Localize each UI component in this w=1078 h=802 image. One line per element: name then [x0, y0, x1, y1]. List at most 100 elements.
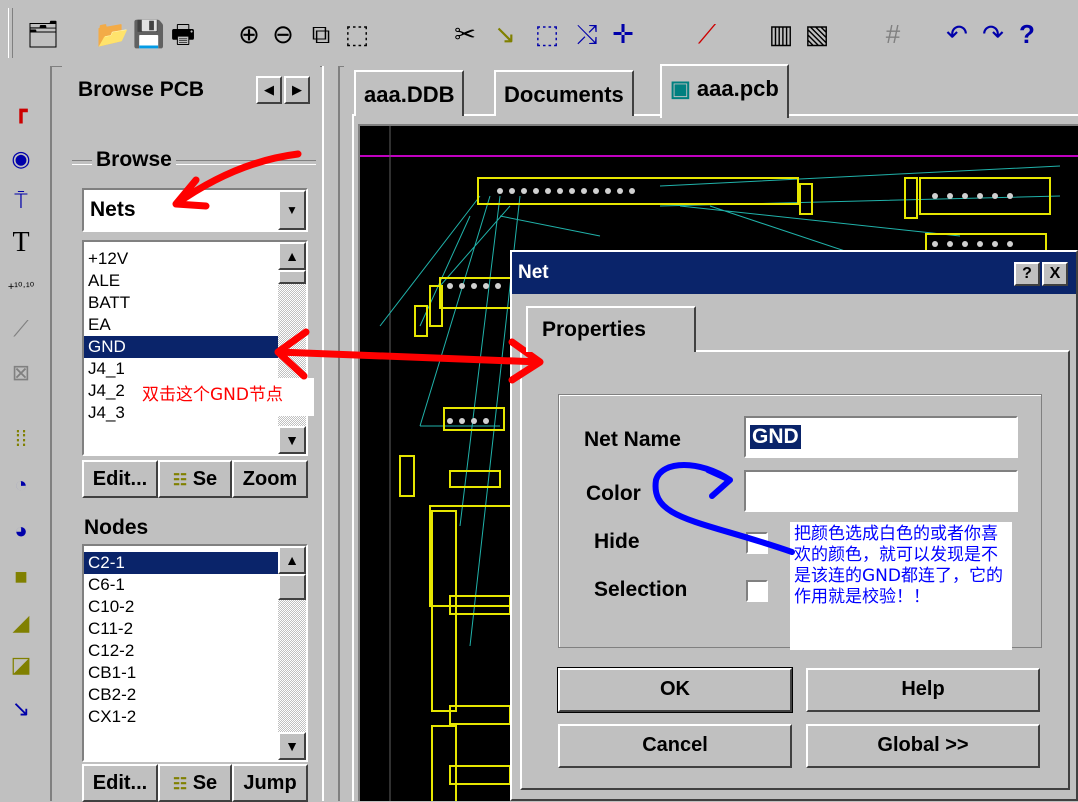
via-icon[interactable]: ◉ [6, 144, 36, 174]
color-input[interactable] [744, 470, 1018, 512]
scroll-up-icon[interactable]: ▲ [278, 546, 306, 574]
split-plane-icon[interactable]: ◪ [6, 650, 36, 680]
nodes-scrollbar[interactable]: ▲ ▼ [278, 546, 306, 760]
select-rect-icon[interactable]: ⬚ [530, 14, 564, 54]
panel-splitter[interactable] [322, 66, 340, 801]
probe-icon[interactable]: ↘ [6, 694, 36, 724]
toolbar-grip [8, 8, 13, 58]
nets-list[interactable]: +12V ALE BATT EA GND J4_1 J4_2 J4_3 ▲ ▼ [82, 240, 308, 456]
scroll-down-icon[interactable]: ▼ [278, 426, 306, 454]
tab-scroll-right-button[interactable]: ▶ [284, 76, 310, 104]
track-icon[interactable]: ┏ [6, 96, 36, 126]
browser-tab-title[interactable]: Browse PCB [78, 78, 204, 102]
tab-aaa-ddb[interactable]: aaa.DDB [354, 70, 465, 116]
scroll-thumb[interactable] [278, 270, 306, 284]
tab-documents[interactable]: Documents [494, 70, 634, 116]
browse-filter-select[interactable]: Nets ▼ [82, 188, 308, 232]
pad-icon[interactable]: ⍑ [6, 186, 36, 216]
dialog-close-button[interactable]: X [1042, 262, 1068, 286]
zoom-out-icon[interactable]: ⊖ [266, 14, 300, 54]
node-list-item[interactable]: CB1-1 [84, 662, 306, 684]
library-icon[interactable]: ▥ [764, 14, 798, 54]
fill-icon[interactable]: ■ [6, 562, 36, 592]
redo-icon[interactable]: ↷ [976, 14, 1010, 54]
net-name-input[interactable]: GND [744, 416, 1018, 458]
node-list-item[interactable]: CX1-2 [84, 706, 306, 728]
zoom-fit-icon[interactable]: ⧉ [304, 14, 338, 54]
origin-icon[interactable]: ⊠ [6, 358, 36, 388]
pcb-file-icon: ▣ [670, 76, 691, 101]
help-button[interactable]: Help [806, 668, 1040, 712]
dropdown-arrow-icon[interactable]: ▼ [278, 190, 306, 230]
node-list-item[interactable]: C11-2 [84, 618, 306, 640]
ok-button[interactable]: OK [557, 667, 793, 713]
scroll-down-icon[interactable]: ▼ [278, 732, 306, 760]
tab-aaa-pcb[interactable]: ▣ aaa.pcb [660, 64, 789, 118]
net-list-item[interactable]: EA [84, 314, 306, 336]
scroll-thumb[interactable] [278, 574, 306, 600]
node-jump-button[interactable]: Jump [232, 764, 308, 802]
double-click-note: 双击这个GND节点 [138, 378, 314, 416]
help-icon[interactable]: ? [1010, 14, 1044, 54]
net-select-label: Se [192, 468, 218, 490]
placement-toolbar: ┏ ◉ ⍑ T +¹⁰·¹⁰ ⟋ ⊠ ⁞⁞ ◔ ◕ ■ ◢ ◪ ↘ [0, 66, 52, 801]
net-name-value: GND [750, 425, 801, 449]
net-list-item[interactable]: GND [84, 336, 306, 358]
node-list-item[interactable]: CB2-2 [84, 684, 306, 706]
node-list-item[interactable]: C2-1 [84, 552, 306, 574]
save-icon[interactable]: 💾 [132, 14, 166, 54]
arc-center-icon[interactable]: ◔ [6, 470, 36, 500]
deselect-icon[interactable]: ⤭ [570, 14, 604, 54]
nodes-list[interactable]: C2-1 C6-1 C10-2 C11-2 C12-2 CB1-1 CB2-2 CX1-2 ▲… [82, 544, 308, 762]
node-edit-button[interactable]: Edit... [82, 764, 158, 802]
color-tip-note: 把颜色选成白色的或者你喜欢的颜色，就可以发现是不是该连的GND都连了，它的作用就… [790, 522, 1012, 650]
hide-checkbox[interactable] [746, 532, 768, 554]
dialog-titlebar[interactable]: Net ? X [512, 252, 1076, 294]
library-edit-icon[interactable]: ▧ [800, 14, 834, 54]
move-icon[interactable]: ✛ [606, 14, 640, 54]
layer-stack-icon[interactable]: 🗂 [26, 14, 60, 54]
undo-icon[interactable]: ↶ [940, 14, 974, 54]
properties-tab[interactable]: Properties [526, 306, 696, 352]
zoom-in-icon[interactable]: ⊕ [232, 14, 266, 54]
scroll-up-icon[interactable]: ▲ [278, 242, 306, 270]
wand-icon[interactable]: ⟋ [690, 14, 724, 54]
net-zoom-button[interactable]: Zoom [232, 460, 308, 498]
node-list-item[interactable]: C6-1 [84, 574, 306, 596]
net-list-item[interactable]: J4_1 [84, 358, 306, 380]
coordinate-icon[interactable]: +¹⁰·¹⁰ [6, 272, 36, 302]
browse-filter-value: Nets [90, 198, 136, 221]
tab-scroll-left-button[interactable]: ◀ [256, 76, 282, 104]
dialog-title: Net [518, 262, 549, 283]
cancel-button[interactable]: Cancel [558, 724, 792, 768]
select-list-icon: ☷ [172, 776, 188, 793]
node-list-item[interactable]: C12-2 [84, 640, 306, 662]
nets-scrollbar[interactable]: ▲ ▼ [278, 242, 306, 454]
dialog-help-button[interactable]: ? [1014, 262, 1040, 286]
grid-icon[interactable]: # [876, 14, 910, 54]
print-icon[interactable]: 🖶 [166, 14, 200, 54]
node-list-item[interactable]: C10-2 [84, 596, 306, 618]
arc-edge-icon[interactable]: ◕ [6, 516, 36, 546]
net-select-button[interactable]: ☷ Se [158, 460, 232, 498]
net-edit-button[interactable]: Edit... [82, 460, 158, 498]
net-list-item[interactable]: ALE [84, 270, 306, 292]
zoom-area-icon[interactable]: ⬚ [340, 14, 374, 54]
node-select-label: Se [192, 772, 218, 794]
dimension-icon[interactable]: ⟋ [6, 314, 36, 344]
node-select-button[interactable]: ☷ Se [158, 764, 232, 802]
toolbar: 🗂 📂 💾 🖶 ⊕ ⊖ ⧉ ⬚ ✂ ↘ ⬚ ⤭ ✛ ⟋ ▥ ▧ # ↶ ↷ ? [0, 0, 1078, 67]
text-icon[interactable]: T [6, 228, 36, 258]
global-button[interactable]: Global >> [806, 724, 1040, 768]
select-list-icon: ☷ [172, 472, 188, 489]
component-icon[interactable]: ⁞⁞ [6, 424, 36, 454]
route-icon[interactable]: ↘ [488, 14, 522, 54]
color-label: Color [586, 482, 641, 505]
open-folder-icon[interactable]: 📂 [96, 14, 130, 54]
selection-checkbox[interactable] [746, 580, 768, 602]
net-list-item[interactable]: BATT [84, 292, 306, 314]
cut-wire-icon[interactable]: ✂ [448, 14, 482, 54]
net-list-item[interactable]: +12V [84, 248, 306, 270]
polygon-icon[interactable]: ◢ [6, 608, 36, 638]
nodes-title: Nodes [84, 516, 149, 539]
